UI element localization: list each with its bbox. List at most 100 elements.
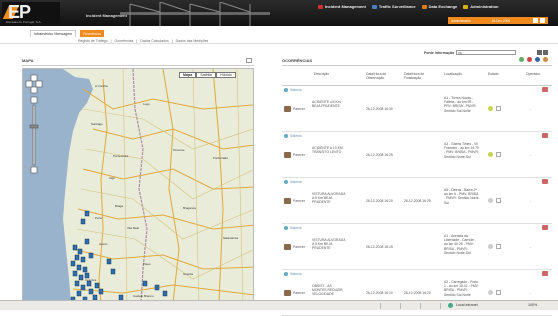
zone-label: Local intranet [456,303,478,307]
svg-text:Porto: Porto [95,216,103,220]
map-type-selector: Mapa Satélite Híbrido [179,72,236,78]
map-header: MAPA [22,58,254,66]
tab-ocorrencia[interactable]: Ocorrência [80,30,104,37]
svg-text:Aveiro: Aveiro [99,242,108,246]
map-view[interactable]: A Coruña Lugo Santiago Pontevedra Ourens… [22,68,254,302]
user-name[interactable]: Administrador [451,19,471,23]
subnav-ocorrencias[interactable]: Ocorrências [115,39,134,43]
admin-icon [463,4,469,9]
status-icon [488,290,493,295]
ep-logo[interactable]: EP Estradas de Portugal, S.A. [2,2,60,24]
svg-text:Castelo Branco: Castelo Branco [133,294,154,298]
group-action-icon[interactable] [542,271,548,276]
vehicle-icon [284,198,291,204]
current-date: 26-Dez-2008 [491,18,511,23]
subnav-dados-medicoes[interactable]: Dados das Medições [176,39,209,43]
help-icon[interactable] [532,17,538,23]
svg-text:Vigo: Vigo [109,176,115,180]
browser-status-bar: Local intranet 100% [0,300,558,310]
group-action-icon[interactable] [542,87,548,92]
occurrences-header: OCORRÊNCIAS [282,57,552,66]
sub-navigation: Registo de Tráfego | Ocorrências | Dados C… [78,39,209,43]
map-type-hibrido[interactable]: Híbrido [216,72,236,78]
status-icon [488,106,493,111]
svg-text:Bragança: Bragança [183,206,196,210]
group-dot-icon [284,88,288,92]
svg-text:Lugo: Lugo [143,102,150,106]
vehicle-icon [284,106,291,112]
svg-text:A Coruña: A Coruña [95,84,108,88]
top-navigation: Incident Management Traffic Surveillance… [318,4,499,9]
group-header[interactable]: Sistema [282,132,552,140]
tab-infraestrutura[interactable]: Infraestrutur Mensagem [30,30,77,37]
fonte-buttons [537,50,548,55]
svg-text:Salamanca: Salamanca [223,236,238,240]
filter-icon[interactable] [519,57,524,62]
nav-administration[interactable]: Administration [463,4,499,9]
subnav-registo[interactable]: Registo de Tráfego [78,39,108,43]
table-row[interactable]: Parecer VISTURA ALVORADA A 5 Km BEJA PRU… [282,232,552,270]
app-header: EP Estradas de Portugal, S.A. Incident M… [0,0,558,26]
table-row[interactable]: Parecer ACIDENTE A 10 EM TRÂNSITO LENTO … [282,140,552,178]
table-row[interactable]: Parecer OBSIST - AS MONTES REDUZIR VELOC… [282,278,552,316]
edit-icon[interactable] [496,152,501,157]
list-view-icon[interactable] [543,50,548,55]
svg-text:Ponferrada: Ponferrada [213,156,228,160]
group-dot-icon [284,272,288,276]
refresh-icon[interactable] [543,57,548,62]
status-icon [488,198,493,203]
nav-incident-management[interactable]: Incident Management [318,4,366,9]
incident-icon [318,4,323,9]
group-dot-icon [284,226,288,230]
map-type-mapa[interactable]: Mapa [179,72,197,78]
expand-map-icon[interactable] [246,58,252,63]
map-type-satelite[interactable]: Satélite [196,72,217,78]
svg-text:Guarda: Guarda [183,272,193,276]
logo-subtitle: Estradas de Portugal, S.A. [6,20,42,24]
vehicle-icon [284,244,291,250]
group-header[interactable]: Sistema [282,224,552,232]
group-action-icon[interactable] [542,133,548,138]
tab-bar: Infraestrutur Mensagem Ocorrência Regist… [0,26,558,44]
svg-text:Pontevedra: Pontevedra [113,154,129,158]
col-finalizacao[interactable]: Data/Hora de Finalização [404,72,434,80]
svg-text:Vila Real: Vila Real [127,226,139,230]
group-header[interactable]: Sistema [282,270,552,278]
table-row[interactable]: Parecer ACIDENTE c/4 Km BEJA PRUDENTE 26… [282,94,552,132]
edit-icon[interactable] [496,244,501,249]
alert-icon[interactable] [527,57,532,62]
col-descricao[interactable]: Descrição [314,72,329,76]
status-icon [488,244,493,249]
occurrences-title: OCORRÊNCIAS [282,58,313,63]
group-action-icon[interactable] [542,225,548,230]
group-action-icon[interactable] [542,179,548,184]
map-canvas: A Coruña Lugo Santiago Pontevedra Ourens… [23,69,253,301]
edit-icon[interactable] [496,106,501,111]
group-dot-icon [284,134,288,138]
zoom-level[interactable]: 100% [528,303,537,307]
group-header[interactable]: Sistema [282,178,552,186]
col-localizacao[interactable]: Localização [444,72,462,76]
info-icon[interactable] [535,57,540,62]
subnav-dados-calculados[interactable]: Dados Calculados [140,39,168,43]
col-observacao[interactable]: Data/Hora de Observação [366,72,396,80]
fonte-informacao: Fonte Informação Ok [424,50,517,55]
edit-icon[interactable] [496,198,501,203]
svg-text:Santiago: Santiago [91,122,103,126]
edit-icon[interactable] [496,290,501,295]
fonte-select[interactable]: Ok [456,50,517,55]
svg-text:Ourense: Ourense [173,148,185,152]
col-operador[interactable]: Operador [526,72,540,76]
svg-text:Viseu: Viseu [143,262,151,266]
intranet-icon [448,303,453,308]
occurrences-toolbar [519,57,548,62]
col-estado[interactable]: Estado [488,72,499,76]
table-row[interactable]: Parecer VISTURA ALVORADA A 5 Km BEJA PRU… [282,186,552,224]
svg-text:Braga: Braga [115,204,123,208]
logout-icon[interactable] [539,17,545,23]
user-bar: Administrador 26-Dez-2008 [448,17,548,24]
nav-data-exchange[interactable]: Data Exchange [421,4,457,9]
nav-traffic-surveillance[interactable]: Traffic Surveillance [371,4,416,9]
group-header[interactable]: Sistema [282,86,552,94]
grid-view-icon[interactable] [537,50,542,55]
